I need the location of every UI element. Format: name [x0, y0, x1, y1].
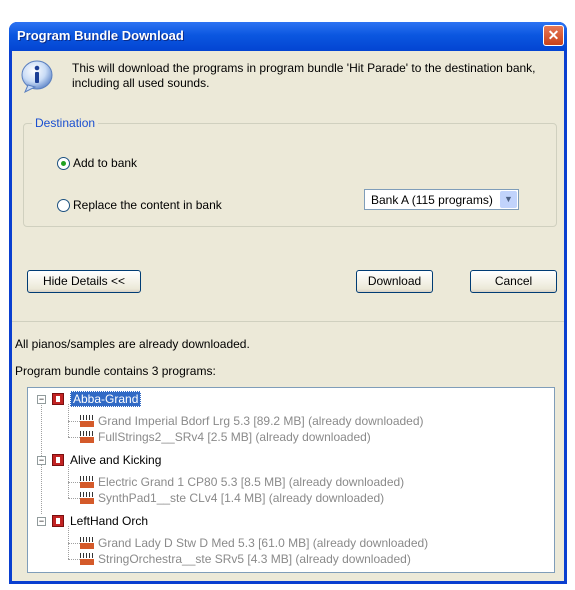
hide-details-button[interactable]: Hide Details <<	[27, 270, 141, 293]
tree-node-bank[interactable]: − LeftHand Orch	[37, 513, 148, 529]
title-bar[interactable]: Program Bundle Download ✕	[9, 22, 567, 51]
chevron-down-icon[interactable]: ▼	[500, 191, 517, 208]
tree-program[interactable]: StringOrchestra__ste SRv5 [4.3 MB] (alre…	[80, 551, 411, 567]
add-to-bank-label: Add to bank	[73, 156, 138, 170]
add-to-bank-radio[interactable]: Add to bank	[57, 156, 137, 170]
tree-line	[68, 437, 80, 438]
bank-select[interactable]: Bank A (115 programs) ▼	[364, 189, 519, 210]
bundle-summary: Program bundle contains 3 programs:	[15, 364, 216, 378]
download-button[interactable]: Download	[356, 270, 433, 293]
tree-node-bank[interactable]: − Alive and Kicking	[37, 452, 161, 468]
tree-program-label: FullStrings2__SRv4 [2.5 MB] (already dow…	[98, 430, 371, 444]
destination-legend: Destination	[32, 116, 99, 130]
tree-node-label: LeftHand Orch	[70, 514, 149, 528]
tree-program-label: SynthPad1__ste CLv4 [1.4 MB] (already do…	[98, 491, 385, 505]
tree-node-label: Abba-Grand	[70, 391, 142, 407]
collapse-icon[interactable]: −	[37, 394, 46, 404]
bank-icon	[52, 393, 64, 405]
tree-program-label: Electric Grand 1 CP80 5.3 [8.5 MB] (alre…	[98, 475, 405, 489]
program-tree[interactable]: − Abba-Grand Grand Imperial Bdorf Lrg 5.…	[27, 387, 555, 573]
tree-program[interactable]: Grand Imperial Bdorf Lrg 5.3 [89.2 MB] (…	[80, 413, 424, 429]
tree-line	[68, 498, 80, 499]
replace-content-radio[interactable]: Replace the content in bank	[57, 198, 222, 212]
program-icon	[80, 415, 94, 427]
divider	[12, 321, 564, 322]
tree-program-label: StringOrchestra__ste SRv5 [4.3 MB] (alre…	[98, 552, 411, 566]
program-icon	[80, 492, 94, 504]
collapse-icon[interactable]: −	[37, 455, 46, 465]
tree-line	[68, 543, 80, 544]
cancel-button[interactable]: Cancel	[470, 270, 557, 293]
info-message: This will download the programs in progr…	[72, 61, 536, 90]
radio-unselected-icon	[57, 198, 70, 212]
tree-program[interactable]: SynthPad1__ste CLv4 [1.4 MB] (already do…	[80, 490, 384, 506]
replace-content-label: Replace the content in bank	[73, 198, 222, 212]
window-title: Program Bundle Download	[17, 28, 184, 43]
tree-program-label: Grand Imperial Bdorf Lrg 5.3 [89.2 MB] (…	[98, 414, 424, 428]
close-button[interactable]: ✕	[543, 25, 564, 46]
program-icon	[80, 553, 94, 565]
tree-line	[68, 559, 80, 560]
tree-node-bank[interactable]: − Abba-Grand	[37, 391, 142, 407]
collapse-icon[interactable]: −	[37, 516, 46, 526]
dialog-window: Program Bundle Download ✕ This will down…	[9, 22, 567, 584]
program-icon	[80, 476, 94, 488]
tree-program[interactable]: FullStrings2__SRv4 [2.5 MB] (already dow…	[80, 429, 371, 445]
dialog-body: This will download the programs in progr…	[12, 51, 564, 581]
tree-node-label: Alive and Kicking	[70, 453, 162, 467]
tree-program-label: Grand Lady D Stw D Med 5.3 [61.0 MB] (al…	[98, 536, 429, 550]
bank-icon	[52, 515, 64, 527]
bank-select-value: Bank A (115 programs)	[371, 193, 493, 207]
samples-status: All pianos/samples are already downloade…	[15, 337, 250, 351]
tree-line	[68, 421, 80, 422]
program-icon	[80, 537, 94, 549]
info-icon	[21, 60, 53, 93]
program-icon	[80, 431, 94, 443]
tree-program[interactable]: Electric Grand 1 CP80 5.3 [8.5 MB] (alre…	[80, 474, 404, 490]
bank-icon	[52, 454, 64, 466]
tree-line	[68, 482, 80, 483]
radio-selected-icon	[57, 156, 70, 170]
tree-program[interactable]: Grand Lady D Stw D Med 5.3 [61.0 MB] (al…	[80, 535, 428, 551]
